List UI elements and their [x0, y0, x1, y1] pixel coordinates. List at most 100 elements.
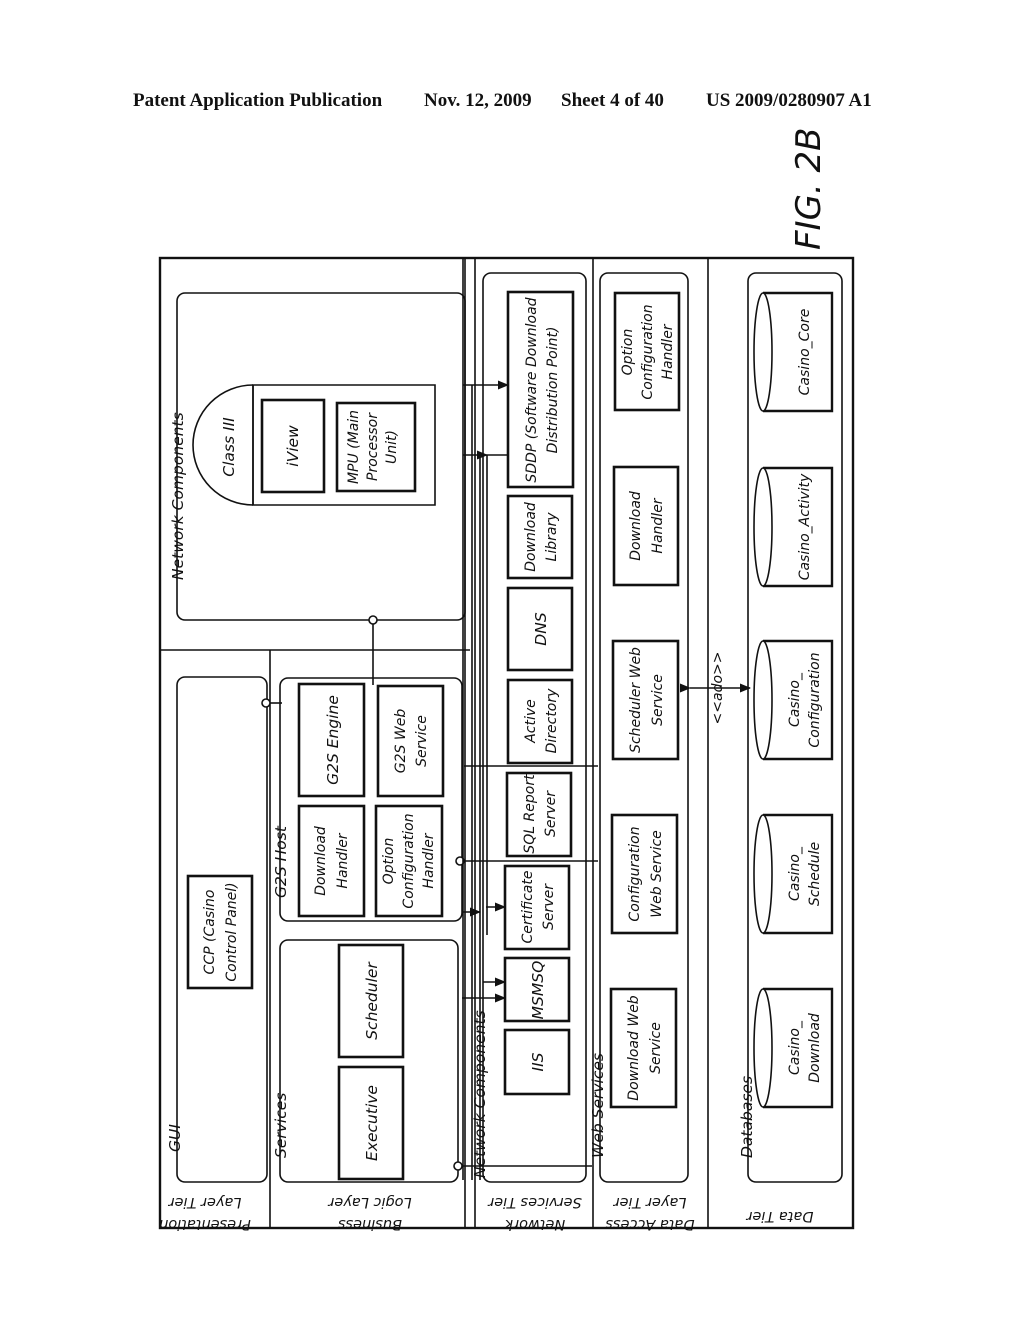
- svg-text:CCP (Casino: CCP (Casino: [202, 890, 218, 975]
- svg-text:Download: Download: [313, 826, 329, 896]
- database-label: Casino_Activity: [797, 473, 813, 580]
- svg-text:Services Tier: Services Tier: [487, 1194, 582, 1210]
- svg-text:MPU (Main: MPU (Main: [346, 410, 362, 484]
- svg-text:Server: Server: [543, 790, 559, 837]
- download-library-box: [506, 494, 574, 580]
- iis-label: IIS: [529, 1052, 547, 1071]
- svg-text:Download: Download: [628, 491, 644, 561]
- svg-text:Configuration: Configuration: [627, 826, 643, 921]
- svg-text:Handler: Handler: [421, 832, 437, 888]
- g2s-web-service-box: [376, 684, 445, 798]
- svg-text:Data Access: Data Access: [605, 1216, 695, 1232]
- svg-text:Handler: Handler: [660, 323, 676, 379]
- figure-label: FIG. 2B: [789, 127, 829, 250]
- database-casino-configuration: Casino_ Configuration: [753, 639, 834, 761]
- svg-text:Option: Option: [620, 329, 636, 376]
- svg-text:Option: Option: [381, 838, 397, 885]
- tier-label-data-access: Data Access Layer Tier: [605, 1194, 695, 1232]
- ado-connector: <<ado>>: [679, 652, 752, 725]
- executive-label: Executive: [363, 1085, 381, 1161]
- svg-text:Download Web: Download Web: [626, 995, 642, 1100]
- svg-text:Layer Tier: Layer Tier: [168, 1194, 242, 1210]
- svg-text:Active: Active: [523, 699, 539, 744]
- certificate-server-box: [503, 864, 571, 951]
- svg-text:Configuration: Configuration: [401, 813, 417, 908]
- g2s-host-label: G2S Host: [272, 825, 290, 898]
- cylinder-end: [753, 640, 773, 760]
- svg-text:Logic Layer: Logic Layer: [327, 1194, 411, 1210]
- svg-text:Service: Service: [648, 1022, 664, 1074]
- svg-text:Handler: Handler: [650, 497, 666, 553]
- svg-text:Business: Business: [338, 1216, 402, 1232]
- svg-text:Library: Library: [544, 512, 560, 562]
- svg-text:Control Panel): Control Panel): [224, 882, 240, 981]
- active-directory-box: [506, 678, 574, 765]
- web-services-label: Web Services: [589, 1053, 607, 1158]
- tier-label-business: Business Logic Layer: [327, 1194, 411, 1232]
- gui-interface-node: [261, 698, 271, 708]
- database-cylinders: Casino_CoreCasino_ActivityCasino_ Configu…: [753, 291, 834, 1109]
- services-label: Services: [272, 1093, 290, 1158]
- database-casino-core: Casino_Core: [753, 291, 834, 413]
- svg-text:Directory: Directory: [544, 688, 560, 754]
- sql-report-server-box: [505, 771, 573, 858]
- database-label: Casino_: [787, 1020, 803, 1075]
- cylinder-end: [753, 292, 773, 412]
- ccp-box: [186, 874, 254, 990]
- database-label: Schedule: [807, 842, 823, 906]
- network-components-top-label: Network Components: [169, 412, 187, 580]
- svg-text:SDDP (Software Download: SDDP (Software Download: [524, 297, 540, 482]
- svg-text:Web Service: Web Service: [649, 830, 665, 918]
- g2s-engine-label: G2S Engine: [324, 695, 342, 785]
- svg-text:Presentation: Presentation: [159, 1216, 251, 1232]
- svg-text:Download: Download: [523, 502, 539, 572]
- svg-text:Distribution Point): Distribution Point): [545, 327, 561, 454]
- dns-label: DNS: [532, 612, 550, 646]
- database-label: Configuration: [807, 652, 823, 747]
- svg-text:Service: Service: [650, 674, 666, 726]
- svg-text:Unit): Unit): [384, 430, 400, 464]
- class-iii-component: Class III iView MPU (Main Processor Unit…: [192, 384, 436, 506]
- tier-label-network: Network Services Tier: [487, 1194, 582, 1232]
- svg-text:Configuration: Configuration: [640, 304, 656, 399]
- database-casino-activity: Casino_Activity: [753, 466, 834, 588]
- msmsq-label: MSMSQ: [529, 961, 547, 1020]
- interface-node: [368, 615, 378, 625]
- svg-text:Network: Network: [504, 1216, 565, 1232]
- ado-label: <<ado>>: [710, 652, 726, 725]
- cylinder-end: [753, 467, 773, 587]
- scheduler-web-service-box: [611, 639, 680, 761]
- services-interface-node: [453, 1161, 463, 1171]
- iview-label: iView: [284, 425, 302, 467]
- sddp-box: [506, 290, 575, 489]
- database-label: Casino_: [787, 846, 803, 901]
- svg-text:Server: Server: [541, 883, 557, 930]
- configuration-web-service-box: [610, 813, 679, 935]
- database-casino-schedule: Casino_ Schedule: [753, 813, 834, 935]
- svg-text:Service: Service: [414, 715, 430, 767]
- database-label: Download: [807, 1013, 823, 1083]
- svg-text:Data Tier: Data Tier: [745, 1208, 813, 1224]
- download-handler-box: [297, 804, 366, 918]
- database-casino-download: Casino_ Download: [753, 987, 834, 1109]
- gui-label: GUI: [166, 1124, 184, 1152]
- svg-text:G2S Web: G2S Web: [393, 709, 409, 774]
- svg-text:Scheduler Web: Scheduler Web: [628, 647, 644, 753]
- cylinder-end: [753, 814, 773, 934]
- svg-text:Layer Tier: Layer Tier: [613, 1194, 687, 1210]
- class-iii-label: Class III: [220, 417, 238, 477]
- database-label: Casino_Core: [797, 309, 813, 396]
- scheduler-label: Scheduler: [363, 961, 381, 1040]
- svg-text:Processor: Processor: [365, 412, 381, 481]
- download-web-service-box: [609, 987, 678, 1109]
- da-download-handler-box: [612, 465, 680, 587]
- database-label: Casino_: [787, 672, 803, 727]
- architecture-diagram: FIG. 2B Presentation Layer Tier Business…: [158, 127, 855, 1232]
- svg-text:Handler: Handler: [335, 832, 351, 888]
- databases-label: Databases: [738, 1076, 756, 1158]
- svg-text:Certificate: Certificate: [520, 871, 536, 944]
- tier-label-presentation: Presentation Layer Tier: [159, 1194, 251, 1232]
- cylinder-end: [753, 988, 773, 1108]
- svg-text:SQL Report: SQL Report: [522, 774, 538, 854]
- tier-label-data: Data Tier: [745, 1208, 813, 1224]
